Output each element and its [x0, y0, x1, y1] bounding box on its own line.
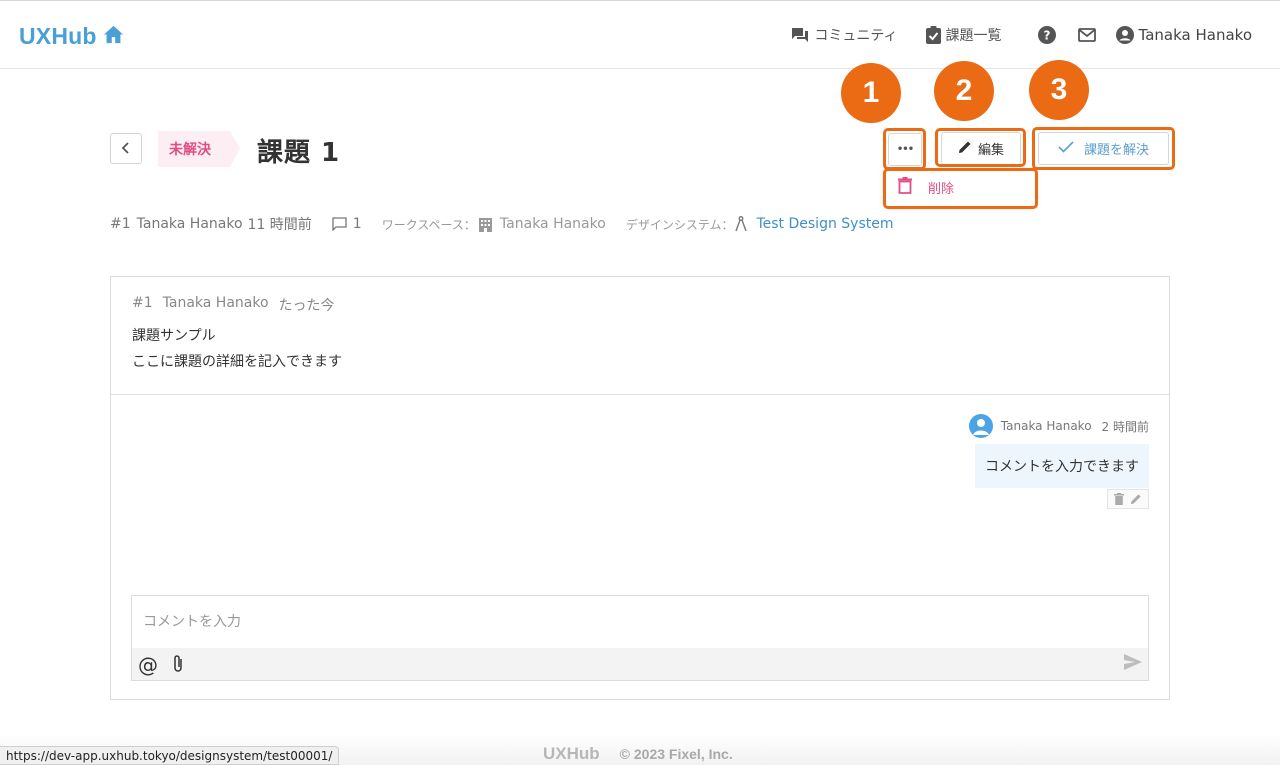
logo-text: UXHub — [19, 23, 97, 49]
footer-copyright: © 2023 Fixel, Inc. — [619, 746, 733, 762]
app-logo[interactable]: UXHub — [19, 23, 124, 50]
status-badge: 未解決 — [158, 131, 240, 167]
send-icon[interactable] — [1124, 654, 1142, 674]
comment-bubble: コメントを入力できます — [975, 444, 1149, 488]
composer-toolbar: @ — [132, 648, 1148, 680]
divider — [111, 394, 1169, 395]
comment-author: Tanaka Hanako — [1000, 419, 1092, 433]
nav-community[interactable]: コミュニティ — [791, 25, 898, 45]
issue-panel: #1 Tanaka Hanako たった今 課題サンプル ここに課題の詳細を記入… — [110, 276, 1170, 700]
avatar — [968, 414, 993, 438]
home-icon — [103, 25, 124, 48]
footer-logo: UXHub — [543, 744, 600, 763]
design-system-label: デザインシステム： — [625, 217, 734, 232]
comment-count: 1 — [352, 216, 362, 232]
compass-icon — [735, 216, 748, 232]
callout-box-resolve — [1032, 127, 1175, 170]
page-title: 課題 1 — [257, 138, 341, 168]
mention-icon[interactable]: @ — [138, 653, 158, 677]
header-nav: コミュニティ 課題一覧 ? Tanaka Hanako — [791, 25, 1252, 45]
issue-meta-row: #1 Tanaka Hanako 11 時間前 1 ワークスペース： Tanak… — [110, 214, 893, 234]
browser-status-url: https://dev-app.uxhub.tokyo/designsystem… — [0, 746, 340, 765]
user-menu[interactable]: Tanaka Hanako — [1115, 26, 1252, 44]
chevron-left-icon — [121, 139, 131, 158]
issue-time: 11 時間前 — [247, 217, 312, 233]
comment-header: Tanaka Hanako 2 時間前 — [968, 414, 1149, 438]
callout-badge-2: 2 — [934, 61, 994, 121]
comment-composer: @ — [131, 595, 1149, 681]
post-author: Tanaka Hanako — [162, 295, 269, 311]
top-header: UXHub コミュニティ 課題一覧 ? Tanaka Hanako — [0, 0, 1280, 69]
post-body: 課題サンプル ここに課題の詳細を記入できます — [132, 323, 342, 375]
comment-icon — [332, 217, 347, 231]
post-number: #1 — [132, 295, 153, 311]
building-icon — [478, 217, 493, 232]
forum-icon — [791, 27, 809, 44]
issue-author: Tanaka Hanako — [136, 216, 243, 232]
svg-text:?: ? — [1043, 29, 1050, 43]
footer-content: UXHub © 2023 Fixel, Inc. — [543, 744, 733, 764]
post-meta: #1 Tanaka Hanako たった今 — [132, 295, 335, 315]
comment-time: 2 時間前 — [1101, 419, 1149, 434]
callout-box-more — [883, 128, 926, 170]
callout-badge-3: 3 — [1029, 60, 1089, 120]
issue-number: #1 — [110, 216, 131, 232]
paperclip-icon[interactable] — [172, 654, 184, 677]
post-body-line-1: 課題サンプル — [132, 328, 216, 344]
mail-button[interactable] — [1077, 28, 1096, 42]
nav-issue-list[interactable]: 課題一覧 — [925, 25, 1002, 45]
post-body-line-2: ここに課題の詳細を記入できます — [132, 354, 342, 370]
comment-delete-icon[interactable] — [1114, 493, 1124, 505]
callout-box-edit — [935, 128, 1026, 167]
workspace-name[interactable]: Tanaka Hanako — [500, 216, 606, 232]
workspace-label: ワークスペース： — [381, 217, 476, 232]
account-circle-icon — [1115, 26, 1134, 44]
user-name: Tanaka Hanako — [1138, 26, 1252, 44]
back-button[interactable] — [110, 133, 142, 164]
post-time: たった今 — [278, 298, 335, 314]
design-system-link[interactable]: Test Design System — [756, 216, 893, 232]
comment-input[interactable] — [132, 596, 1148, 648]
nav-community-label: コミュニティ — [814, 28, 898, 44]
help-icon: ? — [1037, 26, 1056, 44]
clipboard-check-icon — [925, 26, 941, 44]
nav-issue-list-label: 課題一覧 — [945, 28, 1002, 44]
mail-icon — [1077, 28, 1096, 42]
comment-tools — [1107, 489, 1149, 509]
comment-edit-icon[interactable] — [1130, 493, 1142, 505]
callout-box-delete — [883, 168, 1038, 209]
help-button[interactable]: ? — [1037, 26, 1056, 44]
callout-badge-1: 1 — [841, 63, 901, 123]
